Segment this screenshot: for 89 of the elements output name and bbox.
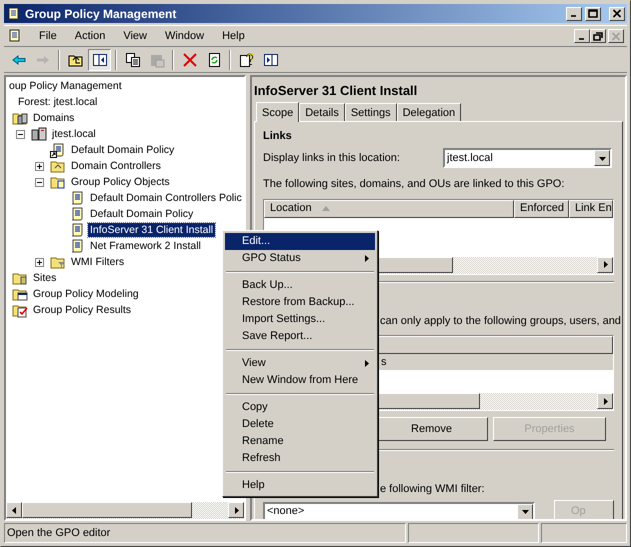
scroll-thumb[interactable] [22, 502, 192, 518]
minimize-icon [579, 38, 585, 40]
list-caption: The following sites, domains, and OUs are linked to this GPO: [263, 177, 566, 192]
section-heading: Links [263, 129, 293, 142]
maximize-icon [588, 9, 598, 18]
restore-icon [593, 32, 603, 40]
list-row[interactable]: s [381, 354, 386, 370]
tree-item[interactable]: Default Domain Policy [88, 207, 196, 221]
status-text: Open the GPO editor [4, 523, 406, 543]
restore-button[interactable] [590, 29, 606, 43]
copy-icon [124, 52, 140, 68]
sort-ascending-icon [322, 206, 330, 211]
tree-item[interactable]: Sites [31, 271, 58, 285]
scroll-icon [69, 222, 85, 238]
filter-caption: can only apply to the following groups, users, and [380, 314, 621, 328]
dropdown-field[interactable]: jtest.local [443, 148, 612, 168]
scroll-icon [69, 190, 85, 206]
tab[interactable]: Delegation [396, 103, 462, 121]
expand-icon[interactable] [35, 258, 44, 266]
window-title: Group Policy Management [25, 6, 178, 22]
maximize-button[interactable] [585, 6, 601, 20]
tab[interactable]: Settings [344, 103, 397, 121]
close-button[interactable] [609, 6, 625, 20]
scroll-left-button[interactable] [6, 502, 22, 518]
close-icon [611, 32, 621, 40]
menu-item[interactable]: Window [156, 28, 212, 44]
servers-icon [31, 126, 47, 142]
help-icon [238, 52, 254, 68]
scroll-shortcut-icon [50, 142, 66, 158]
tree-item[interactable]: Group Policy Results [31, 303, 134, 317]
menu-item[interactable]: Rename [225, 433, 375, 450]
tree-item[interactable]: Default Domain Controllers Polic [88, 191, 244, 205]
tab[interactable]: Details [299, 103, 345, 121]
field-label: Display links in this location: [263, 150, 400, 166]
tree-item[interactable]: Group Policy Objects [69, 175, 172, 189]
right-arrow-icon [602, 398, 608, 404]
scroll-right-button[interactable] [597, 393, 613, 409]
down-arrow-icon [598, 154, 606, 162]
tree-item[interactable]: Group Policy Modeling [31, 287, 141, 301]
tree-item[interactable]: Default Domain Policy [69, 143, 176, 157]
menu-item[interactable]: File [31, 28, 65, 44]
gpo-title: InfoServer 31 Client Install [254, 82, 418, 99]
dropdown-button[interactable] [517, 504, 533, 519]
right-arrow-icon [232, 506, 240, 514]
minimize-icon [571, 15, 577, 17]
scroll-icon [69, 206, 85, 222]
close-icon [612, 9, 622, 18]
menu-item[interactable]: Restore from Backup... [225, 294, 375, 311]
expand-icon[interactable] [35, 162, 44, 170]
column-header[interactable]: Link En [569, 200, 613, 218]
delete-icon [182, 52, 198, 68]
tree-item[interactable]: WMI Filters [69, 255, 126, 269]
tree-toggle-button[interactable] [88, 48, 111, 70]
down-arrow-icon [522, 508, 528, 515]
scroll-right-button[interactable] [228, 502, 244, 518]
close-button[interactable] [608, 29, 624, 43]
wmi-caption: e following WMI filter: [380, 482, 485, 497]
menu-item[interactable]: Import Settings... [225, 311, 375, 328]
tab[interactable]: Scope [256, 102, 300, 122]
menu-item[interactable]: Back Up... [225, 277, 375, 294]
action-pane-icon [262, 52, 278, 68]
minimize-button[interactable] [566, 6, 582, 20]
tree-pane-icon [92, 52, 108, 68]
menu-item[interactable]: Delete [225, 416, 375, 433]
column-header[interactable]: Location [264, 200, 514, 218]
menu-item[interactable]: Action [66, 28, 114, 44]
tree-item[interactable]: oup Policy Management [7, 79, 124, 93]
left-arrow-icon [10, 506, 18, 514]
tree-item[interactable]: Forest: jtest.local [16, 95, 100, 109]
menu-item[interactable]: Help [225, 477, 375, 494]
scroll-right-button[interactable] [597, 256, 613, 272]
scroll-icon [69, 238, 85, 254]
dropdown-button[interactable] [594, 150, 610, 166]
minimize-button[interactable] [574, 29, 590, 43]
tree-item[interactable]: Net Framework 2 Install [88, 239, 203, 253]
menu-item[interactable]: Refresh [225, 450, 375, 467]
tree-item[interactable]: Domains [31, 111, 76, 125]
menu-item[interactable]: View [115, 28, 155, 44]
right-arrow-icon [602, 261, 608, 268]
menu-item[interactable]: Edit... [225, 233, 375, 250]
collapse-icon[interactable] [16, 130, 25, 138]
menu-item[interactable]: Help [214, 28, 253, 44]
column-header[interactable]: Enforced [514, 200, 569, 218]
tree-item[interactable]: InfoServer 31 Client Install [88, 223, 216, 237]
dropdown-field[interactable]: <none> [263, 502, 535, 519]
horizontal-scrollbar[interactable] [6, 502, 244, 519]
tree-item[interactable]: jtest.local [50, 127, 98, 141]
tree-item[interactable]: Domain Controllers [69, 159, 163, 173]
collapse-icon[interactable] [35, 178, 44, 186]
